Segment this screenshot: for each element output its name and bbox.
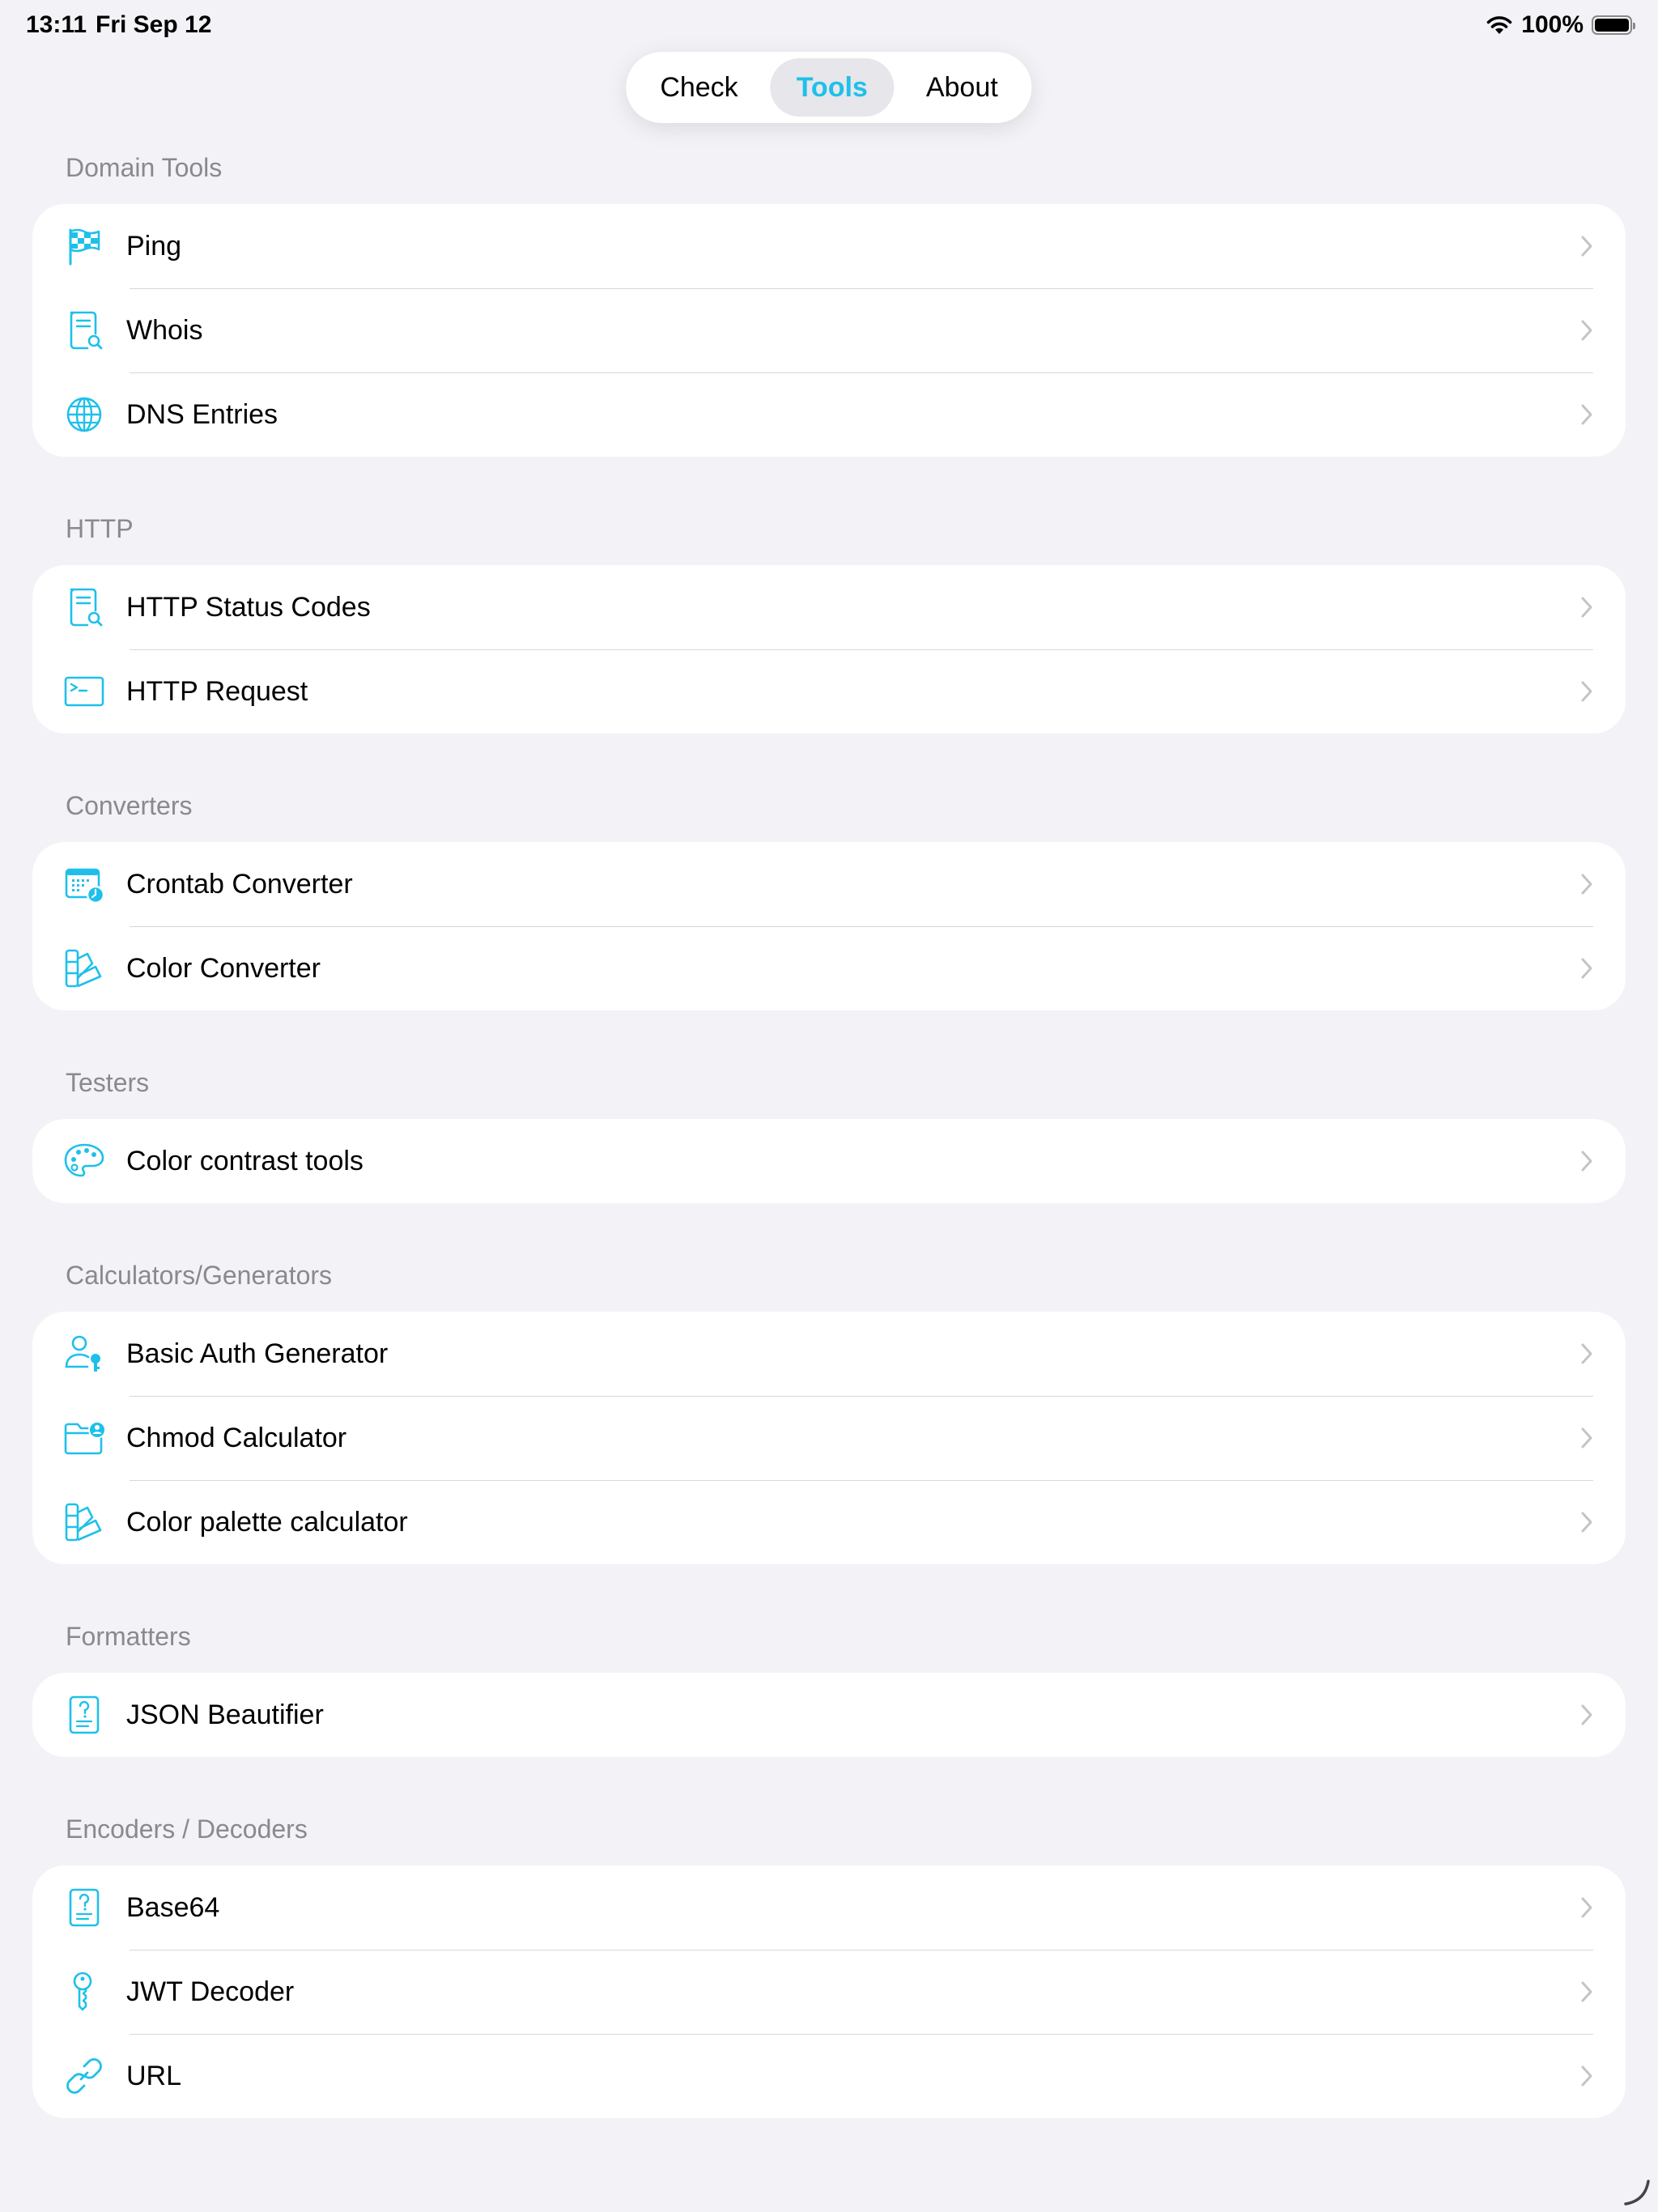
list-item-color-palette-calculator[interactable]: Color palette calculator	[32, 1480, 1626, 1564]
list-item-jwt-decoder[interactable]: JWT Decoder	[32, 1950, 1626, 2034]
section-header-calculators-generators: Calculators/Generators	[66, 1261, 333, 1290]
section-header-converters: Converters	[66, 791, 193, 820]
list-item-dns-entries[interactable]: DNS Entries	[32, 372, 1626, 457]
list-item-http-status-codes[interactable]: HTTP Status Codes	[32, 565, 1626, 649]
chevron-right-icon	[1580, 1980, 1593, 2003]
list-item-label: Color contrast tools	[126, 1145, 363, 1176]
list-item-label: URL	[126, 2060, 182, 2091]
section-header-http: HTTP	[66, 514, 134, 543]
battery-percentage: 100%	[1521, 11, 1584, 38]
section-group-http: HTTP Status Codes HTTP Request	[32, 565, 1626, 734]
swatchbook-icon	[62, 1499, 107, 1545]
list-item-url[interactable]: URL	[32, 2034, 1626, 2118]
tab-bar: Check Tools About	[626, 52, 1032, 123]
list-item-json-beautifier[interactable]: JSON Beautifier	[32, 1673, 1626, 1757]
status-bar: 13:11 Fri Sep 12 100%	[0, 0, 1658, 52]
list-item-basic-auth-generator[interactable]: Basic Auth Generator	[32, 1312, 1626, 1396]
chevron-right-icon	[1580, 403, 1593, 426]
chevron-right-icon	[1580, 1427, 1593, 1449]
list-item-label: HTTP Request	[126, 675, 308, 707]
list-item-label: Color palette calculator	[126, 1506, 408, 1538]
section-group-calculators-generators: Basic Auth Generator Chmod Calculator Co…	[32, 1312, 1626, 1564]
document-question-icon	[62, 1692, 107, 1738]
status-date: Fri Sep 12	[96, 11, 212, 38]
list-item-label: Whois	[126, 314, 203, 346]
chevron-right-icon	[1580, 1704, 1593, 1726]
list-item-http-request[interactable]: HTTP Request	[32, 649, 1626, 734]
chevron-right-icon	[1580, 1150, 1593, 1172]
resize-corner-icon	[1624, 2180, 1650, 2206]
section-group-formatters: JSON Beautifier	[32, 1673, 1626, 1757]
list-item-crontab-converter[interactable]: Crontab Converter	[32, 842, 1626, 926]
chevron-right-icon	[1580, 873, 1593, 895]
battery-level	[1595, 19, 1629, 32]
list-item-color-converter[interactable]: Color Converter	[32, 926, 1626, 1010]
tab-tools[interactable]: Tools	[770, 58, 894, 117]
section-header-formatters: Formatters	[66, 1622, 191, 1651]
document-question-icon	[62, 1885, 107, 1930]
list-item-label: HTTP Status Codes	[126, 591, 371, 623]
link-icon	[62, 2053, 107, 2099]
list-item-label: Ping	[126, 230, 182, 262]
wifi-icon	[1486, 15, 1513, 36]
chevron-right-icon	[1580, 1896, 1593, 1919]
battery-icon	[1592, 15, 1635, 35]
status-time: 13:11	[26, 11, 87, 38]
list-item-chmod-calculator[interactable]: Chmod Calculator	[32, 1396, 1626, 1480]
list-item-label: Chmod Calculator	[126, 1422, 347, 1453]
list-item-label: Crontab Converter	[126, 868, 353, 900]
list-item-base64[interactable]: Base64	[32, 1865, 1626, 1950]
section-header-domain-tools: Domain Tools	[66, 153, 223, 182]
chevron-right-icon	[1580, 680, 1593, 703]
list-item-color-contrast-tools[interactable]: Color contrast tools	[32, 1119, 1626, 1203]
tools-list: Domain Tools Ping Whois DNS Entries HTTP	[32, 152, 1626, 2175]
chevron-right-icon	[1580, 1342, 1593, 1365]
list-item-label: JSON Beautifier	[126, 1699, 324, 1730]
calendar-clock-icon	[62, 861, 107, 907]
chevron-right-icon	[1580, 957, 1593, 980]
chevron-right-icon	[1580, 235, 1593, 257]
swatchbook-icon	[62, 946, 107, 991]
section-group-domain-tools: Ping Whois DNS Entries	[32, 204, 1626, 457]
section-group-encoders-decoders: Base64 JWT Decoder URL	[32, 1865, 1626, 2118]
chevron-right-icon	[1580, 319, 1593, 342]
section-header-encoders-decoders: Encoders / Decoders	[66, 1814, 308, 1844]
tab-check[interactable]: Check	[634, 58, 763, 117]
list-item-ping[interactable]: Ping	[32, 204, 1626, 288]
section-group-testers: Color contrast tools	[32, 1119, 1626, 1203]
chevron-right-icon	[1580, 2065, 1593, 2087]
list-item-label: JWT Decoder	[126, 1976, 295, 2007]
flag-checkered-icon	[62, 223, 107, 269]
chevron-right-icon	[1580, 1511, 1593, 1534]
tab-about[interactable]: About	[900, 58, 1024, 117]
document-search-icon	[62, 585, 107, 630]
chevron-right-icon	[1580, 596, 1593, 619]
folder-person-icon	[62, 1415, 107, 1461]
list-item-label: Color Converter	[126, 952, 321, 984]
list-item-label: Base64	[126, 1891, 220, 1923]
status-indicators: 100%	[1486, 11, 1635, 39]
document-search-icon	[62, 308, 107, 353]
section-header-testers: Testers	[66, 1068, 150, 1097]
key-icon	[62, 1969, 107, 2014]
list-item-label: DNS Entries	[126, 398, 278, 430]
list-item-whois[interactable]: Whois	[32, 288, 1626, 372]
person-key-icon	[62, 1331, 107, 1376]
list-item-label: Basic Auth Generator	[126, 1338, 389, 1369]
terminal-icon	[62, 669, 107, 714]
palette-icon	[62, 1138, 107, 1184]
globe-icon	[62, 392, 107, 437]
section-group-converters: Crontab Converter Color Converter	[32, 842, 1626, 1010]
